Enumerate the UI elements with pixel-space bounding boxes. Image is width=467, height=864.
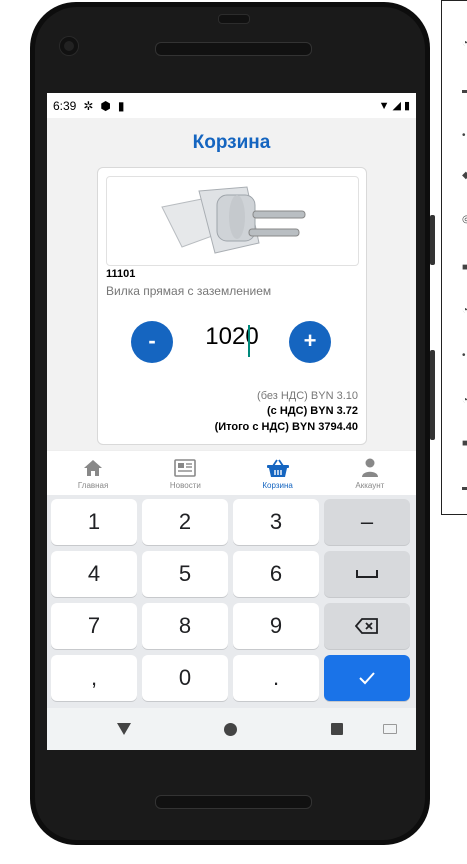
status-time: 6:39 — [53, 98, 77, 113]
panel-icon: ◔ — [462, 38, 467, 49]
sd-card-icon: ▮ — [117, 98, 125, 113]
key-6[interactable]: 6 — [233, 551, 319, 597]
nav-label: Главная — [77, 480, 109, 490]
side-panel: ◔ ▬ • ◆ ◎ ■ ◔ • ◔ ■ ▬ — [441, 0, 467, 515]
settings-icon: ✲ — [83, 98, 94, 113]
increase-button[interactable]: + — [289, 321, 331, 363]
battery-icon: ▮ — [403, 100, 410, 112]
quantity-stepper: - 1020 + — [131, 321, 333, 363]
bottom-speaker — [155, 795, 312, 809]
nav-item-news[interactable]: Новости — [139, 451, 231, 495]
key-comma[interactable]: , — [51, 655, 137, 701]
panel-icon: ◔ — [462, 305, 467, 316]
space-icon — [356, 570, 378, 578]
decrease-button[interactable]: - — [131, 321, 173, 363]
bottom-navigation: Главная Новости Корзина Аккаунт — [47, 450, 416, 495]
panel-icon: ■ — [462, 438, 467, 449]
shield-icon: ⬢ — [100, 98, 111, 113]
price-without-vat: (без НДС) BYN 3.10 — [257, 390, 358, 402]
panel-icon: ■ — [462, 262, 467, 273]
key-0[interactable]: 0 — [142, 655, 228, 701]
text-cursor — [248, 325, 250, 357]
key-7[interactable]: 7 — [51, 603, 137, 649]
panel-icon: ◆ — [462, 170, 467, 181]
nav-item-account[interactable]: Аккаунт — [324, 451, 416, 495]
top-speaker — [155, 42, 312, 56]
key-8[interactable]: 8 — [142, 603, 228, 649]
nav-label: Новости — [169, 480, 201, 490]
quantity-input[interactable]: 1020 — [186, 323, 278, 351]
power-button — [430, 350, 435, 440]
cart-item-card: 11101 Вилка прямая с заземлением - 1020 … — [97, 167, 367, 445]
product-image — [106, 176, 359, 266]
nav-label: Аккаунт — [355, 480, 385, 490]
earpiece — [218, 14, 250, 24]
panel-icon: ◎ — [462, 214, 467, 225]
key-4[interactable]: 4 — [51, 551, 137, 597]
key-9[interactable]: 9 — [233, 603, 319, 649]
home-icon — [83, 457, 103, 479]
space-key[interactable] — [324, 551, 410, 597]
product-sku: 11101 — [106, 268, 136, 280]
total-with-vat: (Итого с НДС) BYN 3794.40 — [214, 421, 358, 433]
keyboard-switch-icon[interactable] — [383, 724, 397, 734]
key-5[interactable]: 5 — [142, 551, 228, 597]
basket-icon — [266, 457, 290, 479]
panel-icon: • — [462, 130, 466, 141]
newspaper-icon — [173, 457, 197, 479]
front-camera — [60, 37, 78, 55]
nav-item-cart[interactable]: Корзина — [232, 451, 324, 495]
key-period[interactable]: . — [233, 655, 319, 701]
page-title: Корзина — [192, 132, 271, 153]
panel-icon: ▬ — [462, 482, 467, 493]
key-minus[interactable]: – — [324, 499, 410, 545]
backspace-key[interactable] — [324, 603, 410, 649]
status-bar: 6:39 ✲ ⬢ ▮ ▼ ◢ ▮ — [47, 93, 416, 118]
recent-apps-icon[interactable] — [331, 723, 343, 735]
app-screen: 6:39 ✲ ⬢ ▮ ▼ ◢ ▮ Корзина 11101 Вилка пря… — [47, 93, 416, 750]
wifi-icon: ▼ — [378, 99, 390, 112]
panel-icon: ▬ — [462, 85, 467, 96]
numeric-keyboard: 1 2 3 – 4 5 6 7 8 9 , 0 . — [47, 495, 416, 708]
panel-icon: • — [462, 350, 466, 361]
nav-item-home[interactable]: Главная — [47, 451, 139, 495]
signal-icon: ◢ — [392, 100, 401, 112]
key-1[interactable]: 1 — [51, 499, 137, 545]
product-name: Вилка прямая с заземлением — [106, 284, 272, 298]
panel-icon: ◔ — [462, 395, 467, 406]
home-circle-icon[interactable] — [224, 723, 237, 736]
key-2[interactable]: 2 — [142, 499, 228, 545]
user-icon — [361, 457, 379, 479]
nav-label: Корзина — [262, 480, 293, 490]
system-navigation-bar — [47, 708, 416, 750]
checkmark-icon — [359, 672, 375, 685]
volume-button — [430, 215, 435, 265]
key-3[interactable]: 3 — [233, 499, 319, 545]
back-icon[interactable] — [117, 723, 131, 735]
done-key[interactable] — [324, 655, 410, 701]
price-with-vat: (с НДС) BYN 3.72 — [267, 405, 358, 417]
backspace-icon — [355, 618, 378, 634]
